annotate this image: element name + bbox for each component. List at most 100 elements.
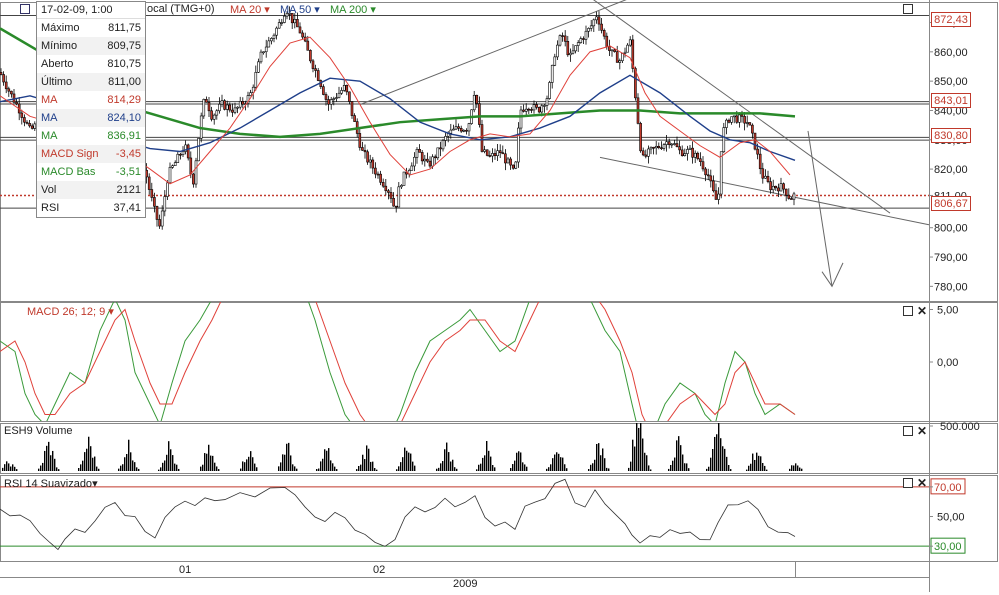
tooltip-row: Último 811,00 (37, 73, 145, 91)
volume-bar (714, 436, 716, 471)
candle-body (241, 101, 245, 105)
rsi-dropdown-icon[interactable]: ▾ (92, 478, 98, 490)
volume-bar (546, 468, 548, 471)
main-panel-maximize-icon[interactable] (903, 4, 913, 14)
candle-body (264, 46, 268, 53)
candle-body (576, 42, 580, 46)
macd-maximize-icon[interactable] (903, 306, 913, 316)
candle-body (654, 145, 658, 149)
tooltip-date: 17-02-09, 1:00 (37, 2, 145, 19)
candle-body (298, 26, 302, 34)
candle-body (514, 161, 518, 169)
candle-body (769, 181, 772, 191)
candle-body (771, 185, 775, 191)
volume-bar (442, 461, 444, 471)
macd-title[interactable]: MACD 26; 12; 9 ▾ (27, 305, 114, 318)
volume-bar (96, 466, 98, 471)
volume-bar (438, 467, 440, 471)
volume-bar (408, 452, 410, 471)
candle-body (743, 116, 746, 124)
candle-body (259, 51, 263, 63)
candle-body (774, 185, 778, 189)
candle-body (293, 19, 297, 24)
candle-body (530, 109, 533, 111)
ma200-dropdown-icon[interactable]: ▾ (367, 4, 376, 16)
candle-body (540, 105, 544, 113)
volume-bar (592, 463, 594, 471)
candle-body (662, 144, 666, 149)
candle-body (543, 105, 546, 107)
volume-bar (752, 453, 754, 471)
volume-bar (288, 442, 290, 471)
ma200-legend[interactable]: MA 200 ▾ (330, 3, 376, 16)
volume-bar (122, 464, 124, 471)
volume-bar (398, 466, 400, 471)
instrument-selector[interactable] (20, 4, 32, 17)
ma20-legend[interactable]: MA 20 ▾ (230, 3, 270, 16)
candle-body (709, 175, 713, 182)
candle-body (670, 143, 674, 146)
candle-body (272, 34, 276, 39)
volume-bar (42, 462, 44, 471)
rsi-maximize-icon[interactable] (903, 478, 913, 488)
rsi-close-icon[interactable]: ✕ (917, 477, 927, 489)
macd-close-icon[interactable]: ✕ (917, 305, 927, 317)
candle-body (267, 40, 271, 48)
ma50-legend[interactable]: MA 50 ▾ (280, 3, 320, 16)
candle-body (277, 22, 281, 29)
volume-bar (608, 468, 610, 471)
volume-bar (552, 458, 554, 471)
volume-bar (456, 468, 458, 471)
volume-bar (630, 461, 632, 471)
candle-body (376, 173, 380, 176)
candle-body (556, 44, 559, 58)
volume-bar (564, 464, 566, 471)
volume-title: ESH9 Volume (4, 425, 73, 437)
volume-bar (682, 454, 684, 471)
volume-bar (206, 453, 208, 471)
candle-body (2, 74, 5, 83)
candle-body (389, 192, 393, 199)
candle-body (155, 205, 159, 220)
tooltip-value: 2121 (116, 184, 141, 196)
time-tick-02: 02 (373, 564, 386, 576)
candle-body (751, 124, 754, 134)
ma20-dropdown-icon[interactable]: ▾ (261, 4, 270, 16)
volume-bar (756, 452, 758, 471)
candle-body (532, 104, 536, 111)
candle-body (725, 119, 728, 128)
candle-body (699, 158, 702, 162)
tooltip-value: 811,00 (108, 76, 141, 88)
candle-body (384, 185, 388, 192)
tooltip-row: Aberto 810,75 (37, 55, 145, 73)
volume-close-icon[interactable]: ✕ (917, 425, 927, 437)
macd-dropdown-icon[interactable]: ▾ (105, 306, 114, 318)
candle-body (623, 51, 627, 54)
volume-bar (40, 465, 42, 471)
candle-body (717, 193, 720, 200)
time-tick-01: 01 (179, 564, 192, 576)
volume-bar (88, 436, 90, 471)
ma50-dropdown-icon[interactable]: ▾ (311, 4, 320, 16)
rsi-title[interactable]: RSI 14 Suavizado▾ (4, 477, 98, 490)
candle-body (296, 19, 299, 28)
candle-body (579, 38, 583, 43)
candle-body (202, 99, 206, 117)
timezone-label: ocal (TMG+0) (147, 3, 215, 15)
volume-bar (168, 441, 170, 471)
volume-bar (636, 423, 638, 471)
volume-bar (642, 438, 644, 471)
volume-bar (674, 457, 676, 471)
volume-bar (602, 448, 604, 471)
volume-maximize-icon[interactable] (903, 426, 913, 436)
volume-bar (746, 469, 748, 471)
candle-body (452, 128, 455, 131)
volume-bar (801, 468, 803, 471)
volume-bar (598, 443, 600, 471)
candle-body (745, 122, 749, 124)
candle-body (756, 148, 759, 155)
volume-bar (476, 469, 478, 471)
volume-bar (84, 452, 86, 471)
candle-body (220, 100, 224, 105)
volume-bar (364, 459, 366, 471)
